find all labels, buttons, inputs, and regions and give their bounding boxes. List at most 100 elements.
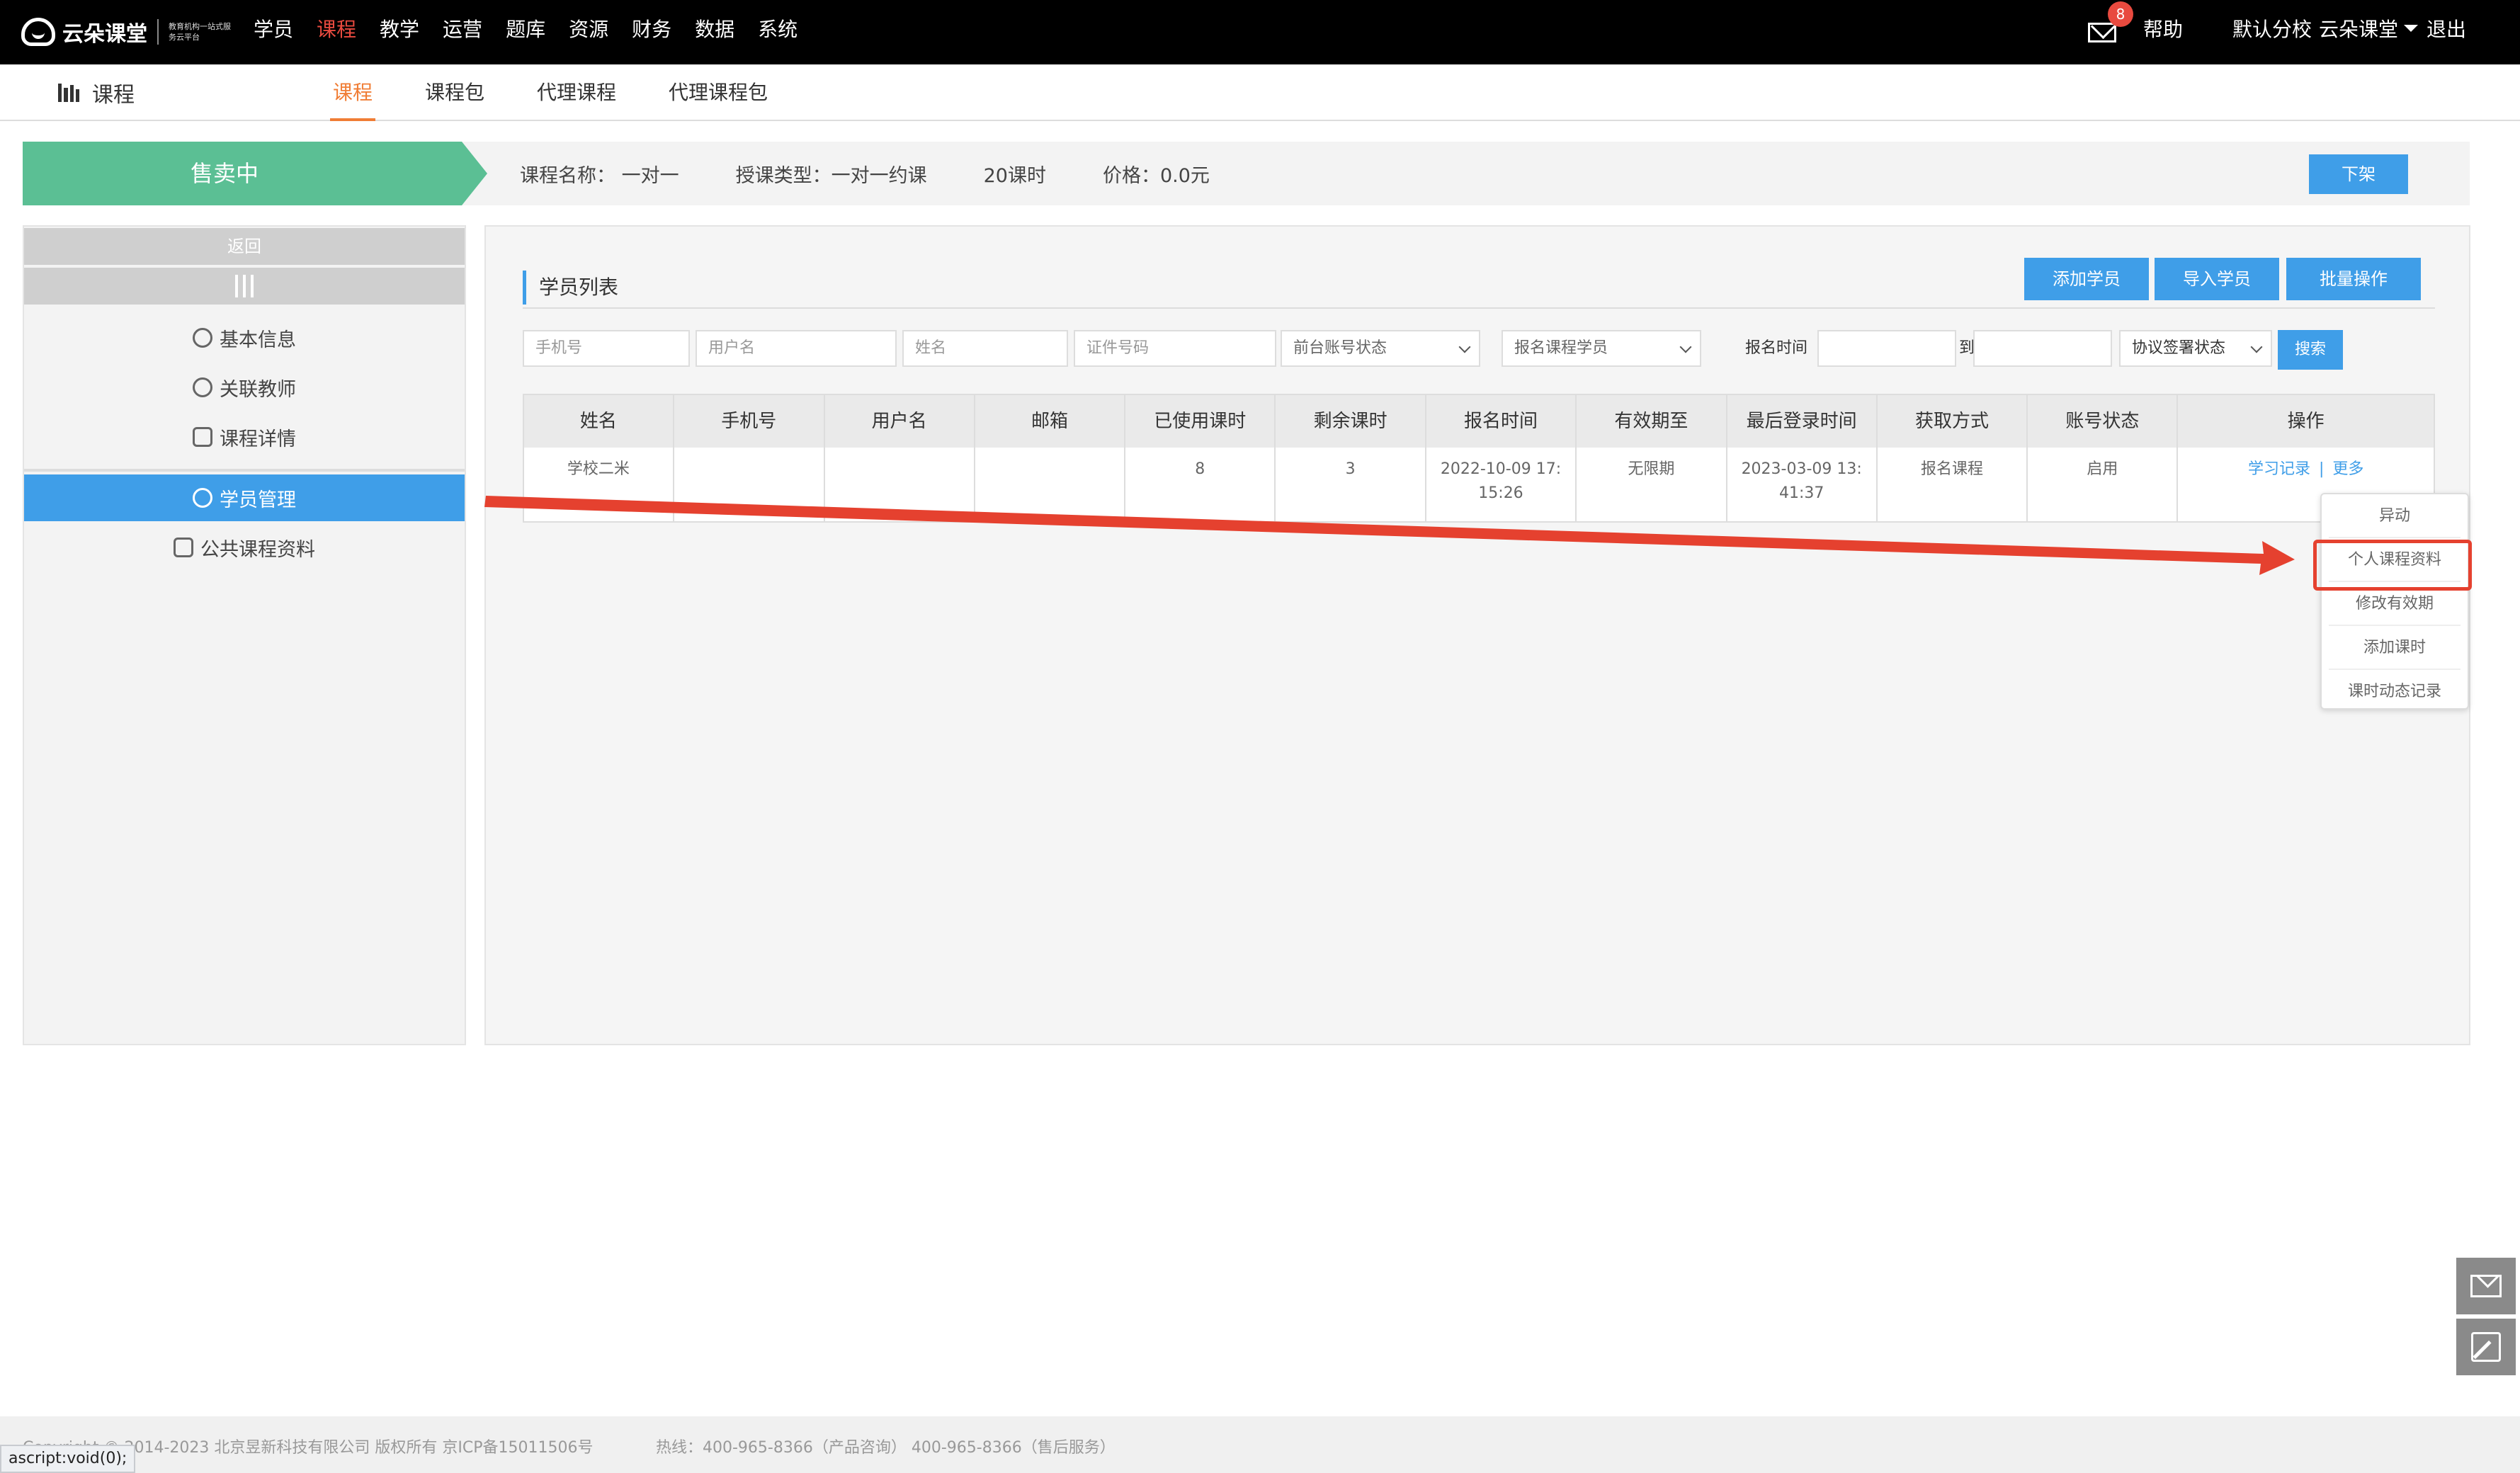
hotline-text: 热线：400-965-8366（产品咨询） 400-965-8366（售后服务）	[656, 1439, 1116, 1457]
document-edit-icon	[174, 538, 193, 557]
column-header: 获取方式	[1878, 395, 2028, 448]
course-price: 价格：0.0元	[1102, 164, 1210, 187]
enroll-source-select[interactable]: 报名课程学员	[1502, 330, 1701, 367]
tab-agent-course[interactable]: 代理课程	[537, 64, 616, 121]
cloud-logo-icon	[21, 18, 55, 46]
sidebar: 返回 基本信息 关联教师 课程详情 学员管理 公共课程资料	[23, 225, 466, 1045]
batch-operation-button[interactable]: 批量操作	[2286, 258, 2421, 300]
sub-navbar: 课程 课程 课程包 代理课程 代理课程包	[0, 64, 2520, 121]
back-button[interactable]: 返回	[24, 228, 465, 265]
sidebar-item-basic-info[interactable]: 基本信息	[24, 314, 465, 361]
course-hours: 20课时	[983, 164, 1046, 187]
menu-item-add-hours[interactable]: 添加课时	[2329, 626, 2461, 670]
nav-item-system[interactable]: 系统	[758, 14, 798, 42]
menu-item-transfer[interactable]: 异动	[2329, 494, 2461, 538]
enroll-time-start-input[interactable]	[1817, 330, 1956, 367]
nav-item-question-bank[interactable]: 题库	[506, 14, 545, 42]
logo-separator	[157, 19, 159, 45]
student-phone	[674, 448, 825, 521]
unread-badge: 8	[2107, 1, 2133, 27]
table-header: 姓名 手机号 用户名 邮箱 已使用课时 剩余课时 报名时间 有效期至 最后登录时…	[524, 395, 2434, 448]
tab-course-package[interactable]: 课程包	[425, 64, 484, 121]
id-number-input[interactable]: 证件号码	[1074, 330, 1276, 367]
messages-button[interactable]: 8	[2087, 1, 2133, 42]
add-student-button[interactable]: 添加学员	[2024, 258, 2149, 300]
student-list-panel: 学员列表 添加学员 导入学员 批量操作 手机号 用户名 姓名 证件号码 前台账号…	[484, 225, 2470, 1045]
to-label: 到	[1959, 339, 1975, 357]
sidebar-item-teachers[interactable]: 关联教师	[24, 364, 465, 411]
more-actions-link[interactable]: 更多	[2332, 460, 2363, 478]
caret-down-icon	[2403, 25, 2418, 32]
enroll-time: 2022-10-09 17:15:26	[1426, 448, 1577, 521]
play-circle-icon	[193, 377, 212, 397]
column-header: 账号状态	[2028, 395, 2179, 448]
top-navbar: 云朵课堂 教育机构一站式服务云平台 学员 课程 教学 运营 题库 资源 财务 数…	[0, 0, 2520, 64]
sidebar-item-label: 公共课程资料	[200, 538, 315, 561]
nav-item-resources[interactable]: 资源	[569, 14, 608, 42]
take-offline-button[interactable]: 下架	[2309, 154, 2408, 194]
account-status-select[interactable]: 前台账号状态	[1281, 330, 1480, 367]
sale-status-ribbon: 售卖中	[23, 142, 487, 205]
school-switcher[interactable]: 云朵课堂	[2319, 14, 2427, 42]
logo-text: 云朵课堂	[62, 22, 147, 47]
student-name: 学校二米	[524, 448, 674, 521]
browser-status-url: ascript:void(0);	[0, 1445, 136, 1473]
sidebar-divider	[24, 469, 465, 472]
phone-input[interactable]: 手机号	[523, 330, 690, 367]
edit-icon	[2471, 1332, 2501, 1362]
sidebar-item-course-details[interactable]: 课程详情	[24, 414, 465, 460]
tab-agent-course-package[interactable]: 代理课程包	[669, 64, 768, 121]
more-actions-menu: 异动 个人课程资料 修改有效期 添加课时 课时动态记录	[2320, 493, 2469, 710]
last-login-time: 2023-03-09 13:41:37	[1727, 448, 1878, 521]
agreement-status-select[interactable]: 协议签署状态	[2119, 330, 2272, 367]
used-hours: 8	[1125, 448, 1276, 521]
remaining-hours: 3	[1276, 448, 1427, 521]
title-divider	[523, 307, 2435, 309]
column-header: 剩余课时	[1276, 395, 1427, 448]
tab-course[interactable]: 课程	[329, 64, 376, 121]
sidebar-item-student-management[interactable]: 学员管理	[24, 474, 465, 521]
sidebar-item-label: 关联教师	[220, 378, 296, 401]
column-header: 有效期至	[1577, 395, 1727, 448]
menu-item-hours-log[interactable]: 课时动态记录	[2329, 670, 2461, 714]
column-header: 姓名	[524, 395, 674, 448]
section-title: 学员列表	[523, 271, 618, 305]
main-nav: 学员 课程 教学 运营 题库 资源 财务 数据 系统	[254, 0, 821, 57]
course-name: 课程名称： 一对一	[520, 164, 679, 187]
sub-tabs: 课程 课程包 代理课程 代理课程包	[329, 64, 820, 121]
nav-item-students[interactable]: 学员	[254, 14, 293, 42]
nav-item-teaching[interactable]: 教学	[380, 14, 419, 42]
annotation-highlight-box	[2313, 540, 2472, 591]
username-input[interactable]: 用户名	[696, 330, 897, 367]
logo[interactable]: 云朵课堂 教育机构一站式服务云平台	[21, 11, 232, 52]
search-button[interactable]: 搜索	[2278, 330, 2343, 370]
branch-label: 默认分校	[2232, 18, 2312, 41]
student-username	[825, 448, 975, 521]
enroll-time-end-input[interactable]	[1973, 330, 2112, 367]
books-icon	[58, 84, 79, 102]
course-status-bar: 售卖中 课程名称： 一对一 授课类型：一对一约课 20课时 价格：0.0元 下架	[23, 142, 2470, 205]
sidebar-item-public-materials[interactable]: 公共课程资料	[24, 524, 465, 571]
sidebar-item-label: 课程详情	[220, 428, 296, 450]
import-students-button[interactable]: 导入学员	[2155, 258, 2279, 300]
student-table: 姓名 手机号 用户名 邮箱 已使用课时 剩余课时 报名时间 有效期至 最后登录时…	[523, 394, 2435, 523]
name-input[interactable]: 姓名	[902, 330, 1068, 367]
valid-until: 无限期	[1577, 448, 1727, 521]
float-message-button[interactable]	[2456, 1258, 2516, 1314]
float-feedback-button[interactable]	[2456, 1319, 2516, 1375]
student-email	[975, 448, 1126, 521]
collapse-sidebar-button[interactable]	[24, 268, 465, 305]
menu-bars-icon	[235, 275, 238, 297]
mail-icon	[2470, 1275, 2502, 1297]
help-link[interactable]: 帮助	[2143, 14, 2183, 42]
nav-item-data[interactable]: 数据	[695, 14, 734, 42]
list-circle-icon	[193, 328, 212, 348]
enroll-time-label: 报名时间	[1745, 339, 1808, 357]
study-record-link[interactable]: 学习记录	[2248, 460, 2310, 478]
nav-item-operations[interactable]: 运营	[443, 14, 482, 42]
nav-item-finance[interactable]: 财务	[632, 14, 671, 42]
details-icon	[193, 427, 212, 447]
column-header: 邮箱	[975, 395, 1126, 448]
logout-link[interactable]: 退出	[2427, 14, 2466, 42]
nav-item-courses[interactable]: 课程	[317, 14, 356, 42]
